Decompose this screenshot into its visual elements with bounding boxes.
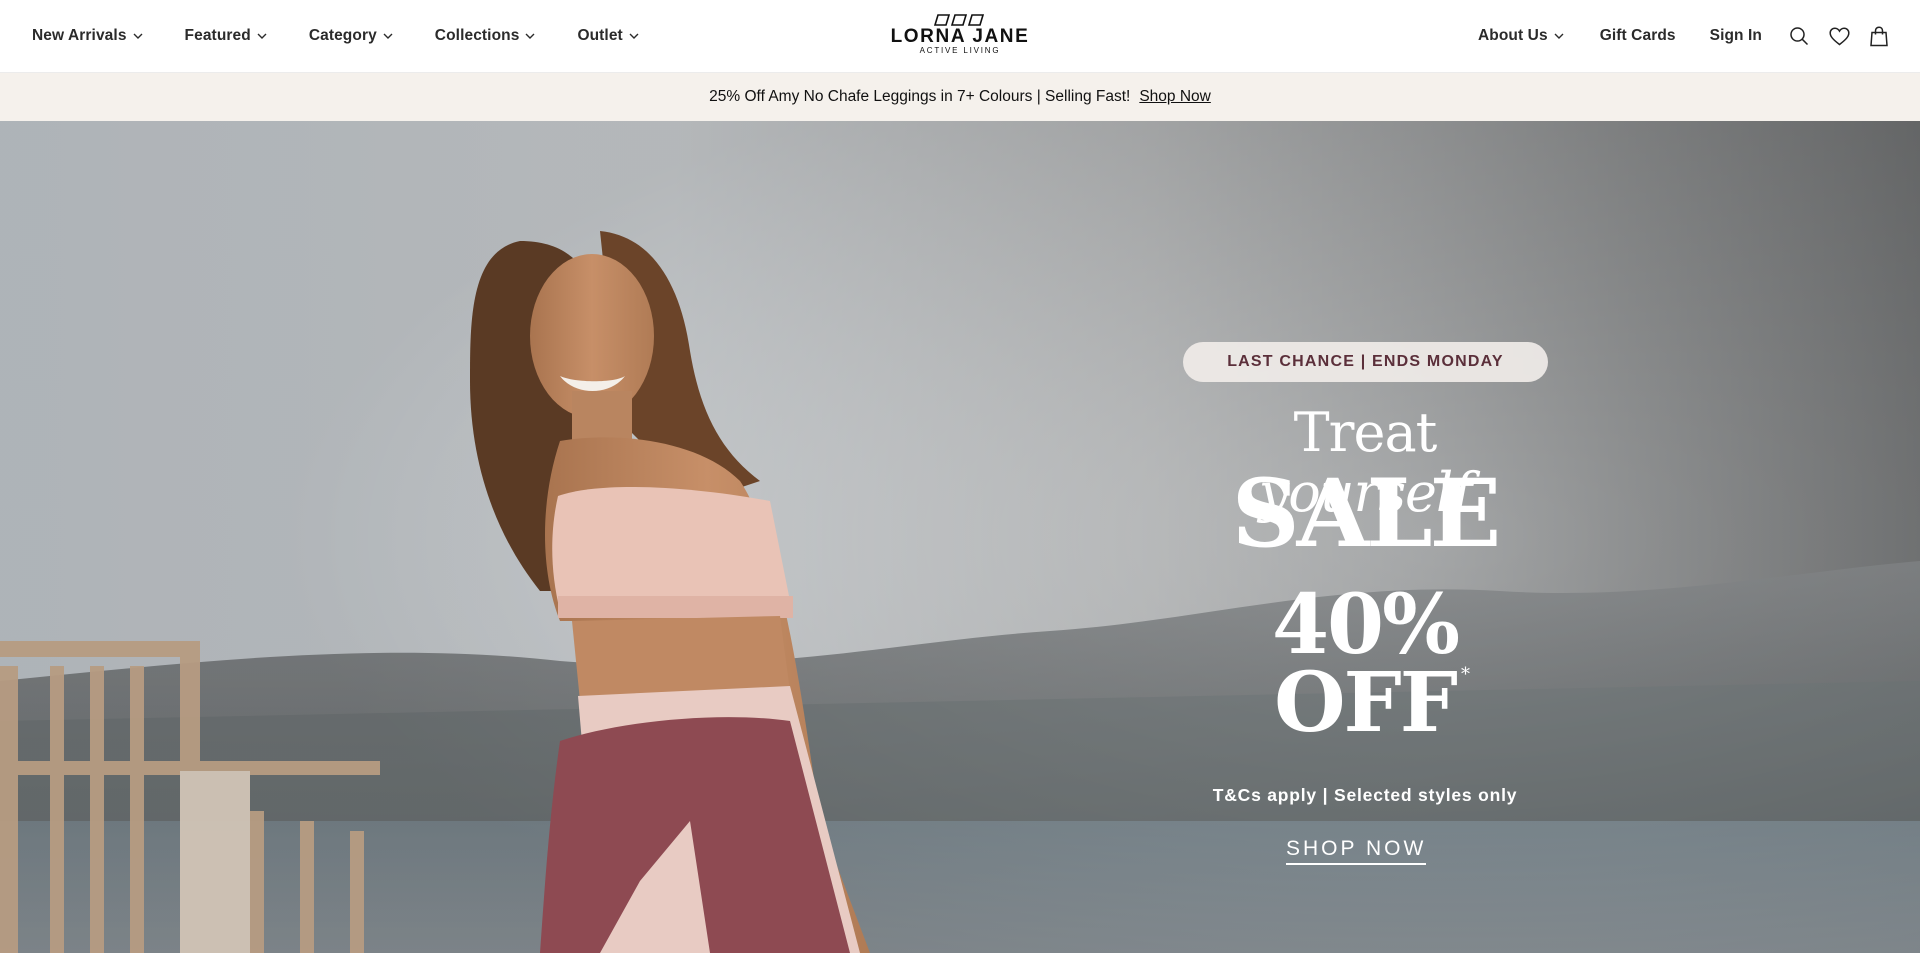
hero-photo <box>0 121 1920 953</box>
nav-item-label: Category <box>308 27 377 44</box>
secondary-nav: About Us Gift Cards Sign In <box>1444 0 1762 72</box>
sale-title: SALE <box>1231 459 1502 569</box>
heart-icon[interactable] <box>1828 25 1850 47</box>
nav-item-label: Gift Cards <box>1599 27 1676 44</box>
chevron-down-icon <box>381 29 395 43</box>
logo-mark-icon <box>934 14 985 26</box>
nav-item-outlet[interactable]: Outlet <box>577 27 640 45</box>
discount-text: 40% OFF * <box>1183 577 1547 744</box>
promo-text: 25% Off Amy No Chafe Leggings in 7+ Colo… <box>709 88 1131 105</box>
promo-shop-now-link[interactable]: Shop Now <box>1139 88 1211 106</box>
header-icons <box>1770 0 1890 72</box>
logo-tagline: ACTIVE LIVING <box>919 46 1001 55</box>
brand-logo[interactable]: LORNA JANE ACTIVE LIVING <box>885 14 1035 55</box>
nav-item-collections[interactable]: Collections <box>435 27 538 45</box>
nav-item-label: New Arrivals <box>32 27 127 44</box>
nav-item-category[interactable]: Category <box>309 27 395 45</box>
nav-item-label: Collections <box>434 27 520 44</box>
hero-banner[interactable]: LAST CHANCE | ENDS MONDAY Treat yourself… <box>0 121 1920 953</box>
nav-item-label: Outlet <box>577 27 623 44</box>
primary-nav: New Arrivals Featured Category Collectio… <box>32 0 681 72</box>
logo-wordmark: LORNA JANE <box>890 26 1030 47</box>
shop-now-button[interactable]: SHOP NOW <box>1286 837 1427 865</box>
nav-item-new-arrivals[interactable]: New Arrivals <box>32 27 145 45</box>
nav-item-label: About Us <box>1478 27 1548 44</box>
terms-text: T&Cs apply | Selected styles only <box>1212 785 1518 805</box>
chevron-down-icon <box>255 29 269 43</box>
discount-off-line: OFF * <box>1274 662 1470 744</box>
nav-item-featured[interactable]: Featured <box>185 27 269 45</box>
promo-badge: LAST CHANCE | ENDS MONDAY <box>1183 342 1548 382</box>
nav-item-about-us[interactable]: About Us <box>1478 27 1566 45</box>
chevron-down-icon <box>523 29 537 43</box>
chevron-down-icon <box>131 29 145 43</box>
headline-plain: Treat <box>1293 401 1438 464</box>
discount-off: OFF <box>1274 655 1458 751</box>
search-icon[interactable] <box>1788 25 1810 47</box>
nav-item-sign-in[interactable]: Sign In <box>1710 27 1762 45</box>
nav-item-gift-cards[interactable]: Gift Cards <box>1600 27 1676 45</box>
chevron-down-icon <box>627 29 641 43</box>
chevron-down-icon <box>1552 29 1566 43</box>
nav-item-label: Sign In <box>1709 27 1762 44</box>
promo-bar: 25% Off Amy No Chafe Leggings in 7+ Colo… <box>0 73 1920 121</box>
asterisk: * <box>1460 664 1470 685</box>
shopping-bag-icon[interactable] <box>1868 25 1890 47</box>
nav-item-label: Featured <box>184 27 251 44</box>
discount-percent: 40% <box>1271 577 1460 673</box>
site-header: New Arrivals Featured Category Collectio… <box>0 0 1920 73</box>
